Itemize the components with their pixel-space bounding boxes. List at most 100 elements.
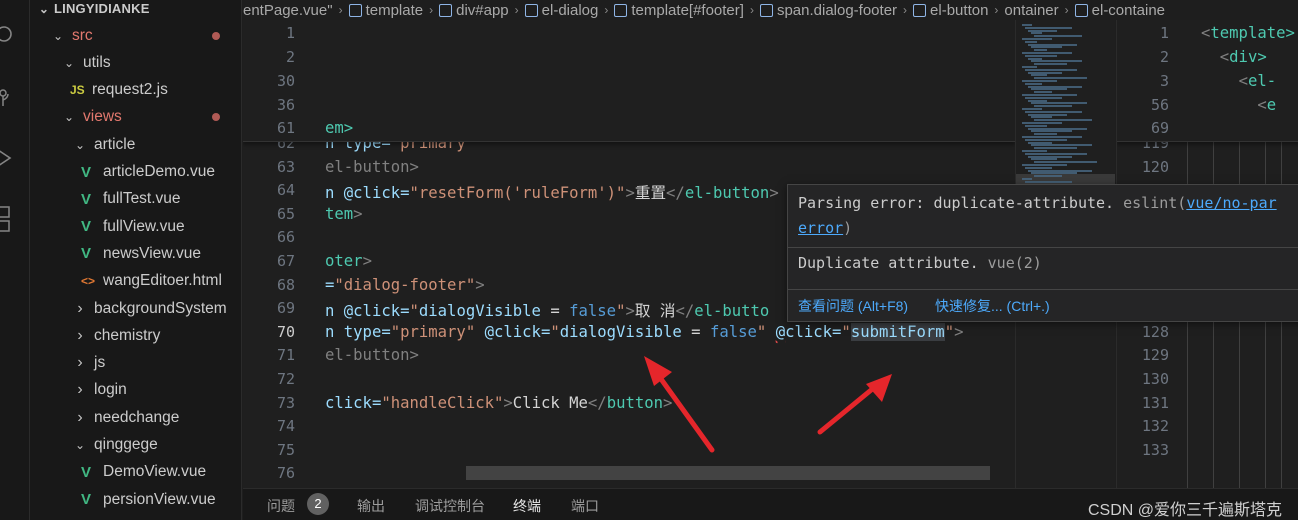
breadcrumb-separator-icon: › (994, 3, 999, 17)
line-number: 71 (276, 346, 295, 365)
tree-item-wangeditoer-html[interactable]: <> wangEditoer.html (30, 268, 241, 295)
code-line[interactable]: n @click="dialogVisible = false">取 消</el… (325, 299, 769, 321)
split-line-number: 133 (1141, 440, 1169, 459)
tree-item-fulltest-vue[interactable]: VfullTest.vue (30, 186, 241, 213)
chevron-right-icon: › (77, 381, 83, 399)
tab-output[interactable]: 输出 (357, 496, 385, 516)
minimap-line (1028, 155, 1072, 158)
tree-item-views[interactable]: ⌄ views (30, 104, 241, 131)
code-line[interactable]: el-button> (325, 346, 419, 364)
code-token: oter (325, 252, 363, 270)
tree-item-demoview-vue[interactable]: V DemoView.vue (30, 459, 241, 486)
line-number: 73 (276, 393, 295, 412)
tree-item-fullview-vue[interactable]: VfullView.vue (30, 213, 241, 240)
minimap-line (1028, 141, 1052, 144)
minimap-line (1034, 147, 1077, 150)
chevron-down-icon: ⌄ (74, 438, 86, 452)
tree-item-backgroundsystem[interactable]: › backgroundSystem (30, 295, 241, 322)
minimap-line (1034, 77, 1087, 80)
minimap-line (1025, 54, 1057, 57)
code-line[interactable]: n @click="resetForm('ruleForm')">重置</el-… (325, 181, 779, 203)
tab-terminal[interactable]: 终端 (513, 496, 541, 516)
tab-debug-console[interactable]: 调试控制台 (415, 496, 485, 516)
tree-item-label: request2.js (92, 81, 168, 99)
vue-file-icon: V (81, 218, 92, 236)
chevron-down-icon: ⌄ (52, 28, 64, 43)
tree-item-request2-js[interactable]: JS request2.js (30, 77, 241, 104)
minimap-line (1034, 161, 1097, 164)
horizontal-scrollbar[interactable] (466, 466, 990, 480)
element-cube-icon (759, 3, 773, 17)
tree-item-persionview-vue[interactable]: VpersionView.vue (30, 486, 241, 513)
minimap-line (1025, 68, 1077, 71)
tree-item-newsview-vue[interactable]: VnewsView.vue (30, 240, 241, 267)
code-token: click= (325, 393, 382, 412)
tree-item-src[interactable]: ⌄ src (30, 22, 241, 49)
breadcrumb-item[interactable]: › template[#footer] (598, 2, 744, 19)
tree-item-needchange[interactable]: › needchange (30, 404, 241, 431)
tree-item-article[interactable]: ⌄ article (30, 131, 241, 158)
breadcrumb-item[interactable]: › el-button (897, 2, 988, 19)
code-token: "primary" (390, 322, 476, 341)
source-control-icon[interactable] (0, 88, 14, 108)
tab-ports[interactable]: 端口 (571, 496, 599, 516)
breadcrumb-item[interactable]: › el-containe (1059, 2, 1165, 19)
breadcrumb-item[interactable]: › span.dialog-footer (744, 2, 897, 19)
panel-tab-bar: 问题 2 输出 调试控制台 终端 端口 CSDN @爱你三千遍斯塔克 (243, 488, 1298, 520)
code-token: false (569, 302, 617, 321)
code-line[interactable]: oter> (325, 252, 372, 270)
view-problem-link[interactable]: 查看问题 (Alt+F8) (798, 296, 908, 316)
code-line[interactable]: tem> (325, 205, 363, 223)
breadcrumb-item[interactable]: › div#app (423, 2, 509, 19)
line-number: 74 (276, 417, 295, 436)
tree-item-qinggege[interactable]: ⌄ qinggege (30, 432, 241, 459)
tree-item-articledemo-vue[interactable]: VarticleDemo.vue (30, 159, 241, 186)
hover-rule-link[interactable]: vue/no-par (1186, 194, 1276, 212)
run-debug-icon[interactable] (0, 148, 14, 168)
minimap-line (1034, 35, 1082, 38)
explorer-root[interactable]: ⌄ LINGYIDIANKE (30, 0, 241, 22)
tab-problems[interactable]: 问题 (267, 496, 295, 516)
minimap-line (1022, 164, 1067, 166)
minimap-line (1025, 96, 1062, 99)
minimap-line (1025, 180, 1072, 183)
chevron-down-icon: ⌄ (38, 1, 50, 16)
tree-item-utils[interactable]: ⌄ utils (30, 49, 241, 76)
code-token: = (681, 322, 710, 341)
split-line-number: 1 (1159, 24, 1169, 42)
split-line-number: 69 (1150, 119, 1169, 137)
sticky-line-number: 1 (285, 24, 295, 42)
hover-close-paren: ) (843, 219, 853, 237)
line-number: 64 (276, 181, 295, 200)
code-line[interactable]: el-button> (325, 158, 419, 176)
extensions-icon[interactable] (0, 205, 14, 235)
tree-item-label: needchange (94, 408, 180, 426)
minimap-line (1031, 144, 1092, 147)
breadcrumb-item[interactable]: › template (333, 2, 424, 19)
search-icon[interactable] (0, 26, 16, 46)
code-line[interactable]: click="handleClick">Click Me</button> (325, 394, 672, 412)
breadcrumb-item[interactable]: › ontainer (988, 2, 1058, 19)
tree-item-label: js (94, 354, 106, 372)
code-token: = (325, 275, 335, 294)
tree-item-js[interactable]: › js (30, 350, 241, 377)
split-line-number: 120 (1141, 157, 1169, 176)
breadcrumb-label: el-dialog (541, 1, 599, 19)
minimap-line (1028, 43, 1077, 46)
hover-duplicate-message: Duplicate attribute. (798, 254, 979, 272)
breadcrumb-label: el-containe (1091, 1, 1166, 19)
code-line[interactable]: n type="primary" @click="dialogVisible =… (325, 322, 963, 341)
split-code-line: <el- (1238, 72, 1277, 90)
line-number: 72 (276, 370, 295, 388)
modified-dot-icon (212, 31, 220, 40)
tree-item-chemistry[interactable]: › chemistry (30, 322, 241, 349)
code-line[interactable]: ="dialog-footer"> (325, 276, 485, 294)
chevron-right-icon: › (77, 354, 83, 372)
tree-item-login[interactable]: › login (30, 377, 241, 404)
split-line-number: 131 (1141, 393, 1169, 412)
breadcrumb-item[interactable]: entPage.vue" (243, 2, 333, 19)
hover-rule-link-cont[interactable]: error (798, 219, 843, 237)
chevron-down-icon: ⌄ (63, 110, 75, 125)
quick-fix-link[interactable]: 快速修复... (Ctrl+.) (935, 296, 1050, 316)
breadcrumb-item[interactable]: › el-dialog (509, 2, 599, 19)
